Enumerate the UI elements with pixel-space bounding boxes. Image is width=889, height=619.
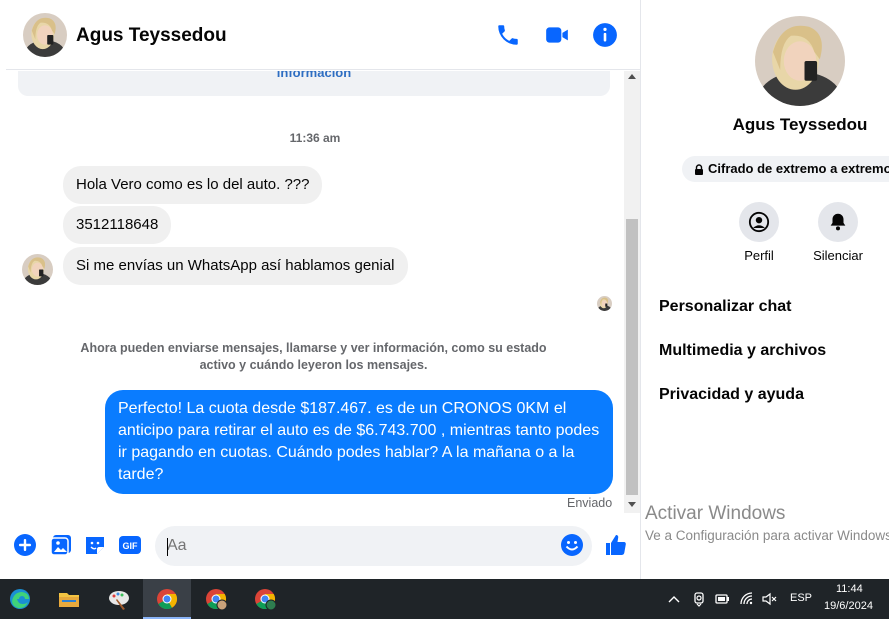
like-icon[interactable] (604, 533, 628, 557)
chevron-up-icon[interactable] (666, 591, 682, 607)
windows-taskbar: ESP 11:44 19/6/2024 (0, 579, 889, 619)
phone-icon[interactable] (495, 22, 521, 48)
incoming-message[interactable]: Si me envías un WhatsApp así hablamos ge… (63, 247, 408, 285)
activate-windows-title: Activar Windows (645, 503, 786, 524)
sticker-icon[interactable] (83, 533, 107, 557)
chat-header: Agus Teyssedou (6, 0, 640, 70)
bell-icon (830, 213, 846, 231)
menu-customize-chat[interactable]: Personalizar chat (659, 298, 792, 316)
chrome-profile-icon[interactable] (192, 579, 240, 619)
activate-windows-subtitle: Ve a Configuración para activar Windows. (645, 528, 889, 543)
message-list[interactable]: información 11:36 am Hola Vero como es l… (6, 71, 624, 513)
chrome-profile-t-icon[interactable] (241, 579, 289, 619)
scroll-down-arrow-icon[interactable] (628, 502, 636, 507)
incoming-message[interactable]: Hola Vero como es lo del auto. ??? (63, 166, 323, 204)
message-scrollbar[interactable] (624, 71, 640, 513)
profile-button[interactable] (739, 202, 779, 242)
conversation-info-panel: Agus Teyssedou Cifrado de extremo a extr… (641, 0, 889, 579)
photo-icon[interactable] (49, 533, 73, 557)
composer: GIF (6, 513, 640, 579)
svg-text:GIF: GIF (123, 541, 139, 551)
message-timestamp: 11:36 am (289, 131, 341, 145)
messenger-window: Agus Teyssedou información 11:36 am Hola… (0, 0, 889, 619)
info-card: información (18, 71, 610, 96)
outgoing-message[interactable]: Perfecto! La cuota desde $187.467. es de… (105, 390, 613, 494)
clock-time[interactable]: 11:44 (836, 583, 863, 595)
contact-avatar[interactable] (23, 13, 67, 57)
encryption-badge-label: Cifrado de extremo a extremo (708, 161, 889, 176)
clock-date[interactable]: 19/6/2024 (824, 600, 873, 612)
wifi-icon[interactable] (739, 591, 755, 607)
mute-button[interactable] (818, 202, 858, 242)
encryption-badge[interactable]: Cifrado de extremo a extremo (682, 156, 889, 182)
message-input[interactable] (155, 526, 592, 566)
edge-icon[interactable] (0, 579, 48, 619)
profile-icon (748, 211, 770, 233)
scroll-thumb[interactable] (626, 219, 638, 495)
incoming-message[interactable]: 3512118648 (63, 206, 172, 244)
text-cursor (167, 538, 168, 556)
system-notice: Ahora pueden enviarse mensajes, llamarse… (80, 341, 547, 372)
speaker-muted-icon[interactable] (761, 591, 777, 607)
video-call-icon[interactable] (544, 22, 570, 48)
chrome-icon[interactable] (143, 579, 191, 619)
file-explorer-icon[interactable] (45, 579, 93, 619)
emoji-icon[interactable] (560, 533, 584, 557)
profile-label: Perfil (744, 248, 774, 263)
profile-name: Agus Teyssedou (732, 115, 868, 134)
info-icon[interactable] (592, 22, 618, 48)
seen-indicator-avatar (597, 296, 612, 311)
mute-label: Silenciar (813, 248, 863, 263)
scroll-up-arrow-icon[interactable] (628, 74, 636, 79)
input-language[interactable]: ESP (790, 592, 812, 604)
sent-status: Enviado (567, 496, 613, 510)
profile-photo[interactable] (755, 16, 845, 106)
menu-media-files[interactable]: Multimedia y archivos (659, 342, 826, 360)
sender-avatar (22, 254, 53, 285)
meet-now-icon[interactable] (691, 591, 707, 607)
lock-icon (695, 164, 703, 175)
battery-icon[interactable] (714, 591, 730, 607)
contact-name[interactable]: Agus Teyssedou (76, 25, 227, 47)
info-link[interactable]: información (18, 71, 610, 80)
gif-icon[interactable]: GIF (118, 533, 142, 557)
paint-icon[interactable] (95, 579, 143, 619)
menu-privacy-help[interactable]: Privacidad y ayuda (659, 386, 804, 404)
plus-icon[interactable] (13, 533, 37, 557)
